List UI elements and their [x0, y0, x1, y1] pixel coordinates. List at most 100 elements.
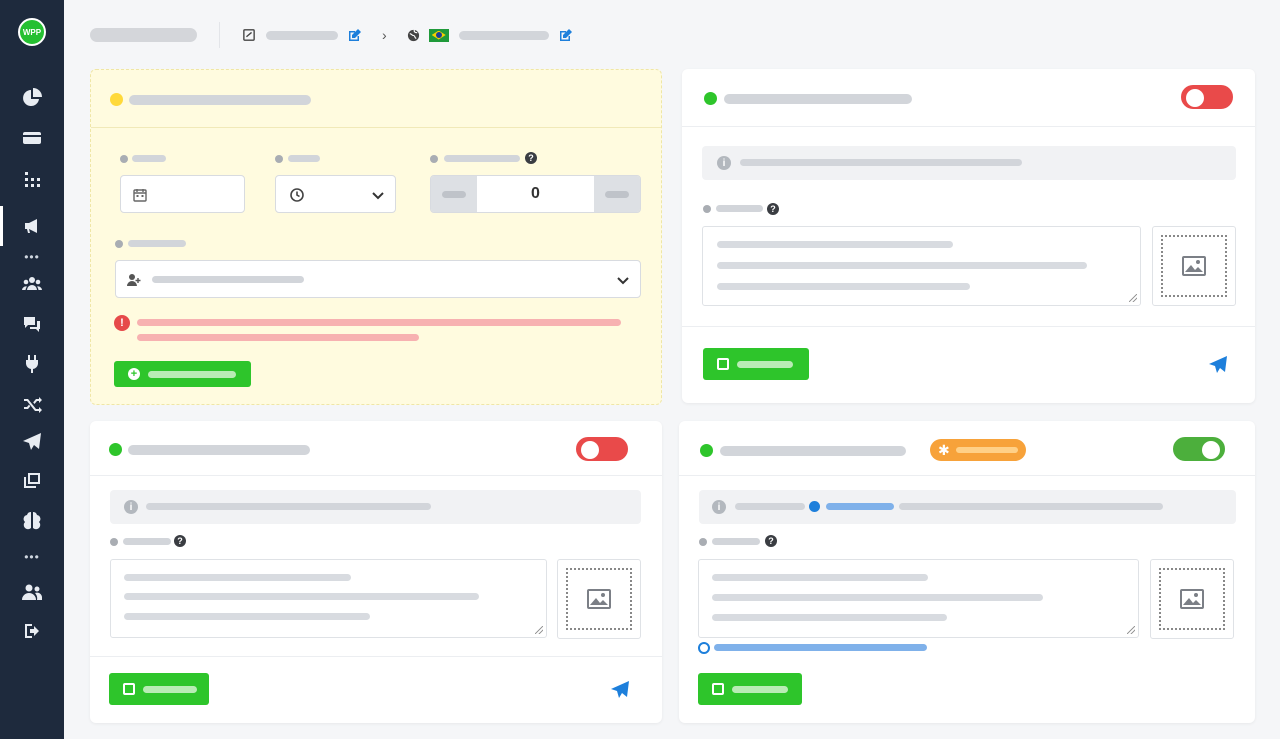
send-icon[interactable]: [14, 428, 50, 456]
increment-button[interactable]: [594, 176, 640, 212]
message-textarea[interactable]: [702, 226, 1141, 306]
message-textarea[interactable]: [698, 559, 1139, 638]
message-textarea[interactable]: [110, 559, 547, 638]
grid-icon[interactable]: [14, 166, 50, 194]
message-label: [716, 205, 763, 212]
user-group-icon[interactable]: [14, 578, 50, 606]
message-label: [712, 538, 760, 545]
label-dot: [275, 155, 283, 163]
image-upload[interactable]: [1150, 559, 1234, 639]
help-icon[interactable]: ?: [767, 203, 779, 215]
shuffle-icon[interactable]: [14, 390, 50, 418]
asterisk-icon: ✱: [938, 441, 950, 458]
globe-icon: [407, 28, 421, 42]
info-link[interactable]: [826, 503, 894, 510]
quantity-value[interactable]: 0: [477, 176, 594, 212]
label-dot: [110, 538, 118, 546]
quantity-stepper[interactable]: 0: [430, 175, 641, 213]
text-line: [717, 241, 953, 248]
resize-handle[interactable]: [1127, 626, 1135, 634]
card-header: [90, 421, 662, 476]
error-icon: !: [114, 315, 130, 331]
image-icon: [1182, 256, 1206, 276]
text-line: [712, 574, 928, 581]
text-line: [717, 262, 1087, 269]
image-icon: [1180, 589, 1204, 609]
info-icon: i: [124, 500, 138, 514]
text-line: [712, 594, 1043, 601]
info-dot: [809, 501, 820, 512]
more-dots-icon-2: •••: [24, 550, 40, 564]
save-icon: [123, 683, 135, 695]
message-card-1: i ?: [682, 69, 1255, 403]
save-button[interactable]: [109, 673, 209, 705]
contacts-select-value: [152, 276, 304, 283]
label-dot: [115, 240, 123, 248]
card-header: [91, 70, 661, 128]
date-input[interactable]: [120, 175, 245, 213]
resize-handle[interactable]: [535, 626, 543, 634]
save-button[interactable]: [703, 348, 809, 380]
windows-icon[interactable]: [14, 467, 50, 495]
label-dot: [703, 205, 711, 213]
chat-icon[interactable]: [14, 310, 50, 338]
send-icon[interactable]: [610, 680, 630, 700]
decrement-button[interactable]: [431, 176, 477, 212]
image-upload[interactable]: [1152, 226, 1236, 306]
card-title: [129, 95, 311, 105]
edit-icon[interactable]: [559, 28, 573, 42]
add-button-label: [148, 370, 236, 378]
brazil-flag-icon: [428, 28, 449, 42]
enable-toggle[interactable]: [1181, 85, 1233, 109]
save-button[interactable]: [698, 673, 802, 705]
text-line: [712, 614, 947, 621]
add-button[interactable]: +: [114, 361, 251, 387]
send-icon[interactable]: [1208, 355, 1228, 375]
help-icon[interactable]: ?: [174, 535, 186, 547]
info-text: [899, 503, 1163, 510]
attachment-link[interactable]: [714, 644, 927, 651]
contacts-select[interactable]: [115, 260, 641, 298]
chevron-right-icon: ›: [382, 27, 387, 43]
breadcrumb-language[interactable]: [458, 30, 549, 40]
info-banner: i: [110, 490, 641, 524]
info-icon: i: [712, 500, 726, 514]
image-upload[interactable]: [557, 559, 641, 639]
sidebar: WPP ••• •••: [0, 0, 64, 739]
status-badge: ✱: [930, 439, 1026, 461]
time-select[interactable]: [275, 175, 396, 213]
time-label: [288, 155, 320, 162]
help-icon[interactable]: ?: [525, 152, 537, 164]
text-line: [124, 613, 370, 620]
user-plus-icon: [127, 274, 141, 286]
app-logo[interactable]: WPP: [18, 18, 46, 46]
info-banner: i: [699, 490, 1236, 524]
enable-toggle[interactable]: [1173, 437, 1225, 461]
label-dot: [120, 155, 128, 163]
credit-card-icon[interactable]: [14, 124, 50, 152]
resize-handle[interactable]: [1129, 294, 1137, 302]
enable-toggle[interactable]: [576, 437, 628, 461]
plus-icon: +: [128, 368, 140, 380]
breadcrumb-instance[interactable]: [266, 30, 338, 40]
save-icon: [712, 683, 724, 695]
logout-icon[interactable]: [14, 617, 50, 645]
message-card-2: i ?: [90, 421, 662, 723]
info-banner: i: [702, 146, 1236, 180]
save-button-label: [143, 685, 197, 693]
campaigns-megaphone-icon[interactable]: [0, 206, 50, 246]
brain-icon[interactable]: [14, 506, 50, 534]
text-line: [124, 574, 351, 581]
schedule-card: ? 0 ! +: [90, 69, 662, 405]
save-button-label: [732, 685, 788, 693]
edit-icon[interactable]: [348, 28, 362, 42]
info-text: [146, 503, 431, 510]
dashboard-icon[interactable]: [14, 84, 50, 112]
card-header: ✱: [679, 421, 1255, 476]
divider: [219, 22, 220, 48]
plug-icon[interactable]: [14, 350, 50, 378]
card-title: [724, 94, 912, 104]
image-icon: [587, 589, 611, 609]
contacts-users-icon[interactable]: [14, 270, 50, 298]
help-icon[interactable]: ?: [765, 535, 777, 547]
